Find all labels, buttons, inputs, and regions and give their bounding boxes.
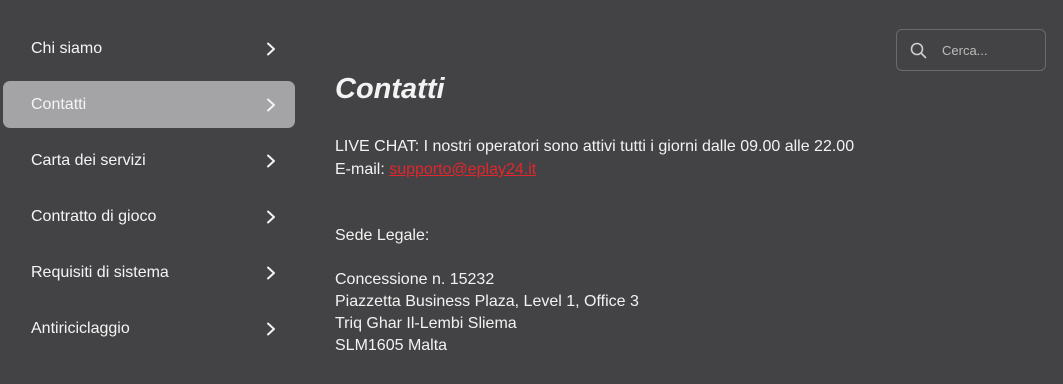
sidebar-item-contratto-di-gioco[interactable]: Contratto di gioco bbox=[3, 193, 295, 240]
sidebar-item-antiriciclaggio[interactable]: Antiriciclaggio bbox=[3, 305, 295, 352]
sidebar-item-contatti[interactable]: Contatti bbox=[3, 81, 295, 128]
chevron-right-icon bbox=[265, 266, 277, 280]
address-line: Concessione n. 15232 bbox=[335, 271, 495, 288]
chevron-right-icon bbox=[265, 322, 277, 336]
chevron-right-icon bbox=[265, 154, 277, 168]
search-icon bbox=[910, 42, 927, 59]
chevron-right-icon bbox=[265, 42, 277, 56]
sidebar-item-requisiti-di-sistema[interactable]: Requisiti di sistema bbox=[3, 249, 295, 296]
sede-legale-heading: Sede Legale: bbox=[335, 227, 430, 244]
sidebar-item-chi-siamo[interactable]: Chi siamo bbox=[3, 25, 295, 72]
chevron-right-icon bbox=[265, 98, 277, 112]
sidebar-item-label: Requisiti di sistema bbox=[31, 263, 169, 281]
email-label: E-mail: bbox=[335, 161, 385, 178]
sidebar-item-label: Contratto di gioco bbox=[31, 207, 157, 225]
sidebar-item-label: Carta dei servizi bbox=[31, 151, 146, 169]
search-box[interactable] bbox=[896, 29, 1046, 71]
address-line: Piazzetta Business Plaza, Level 1, Offic… bbox=[335, 293, 639, 310]
sidebar-item-label: Chi siamo bbox=[31, 39, 103, 57]
chevron-right-icon bbox=[265, 210, 277, 224]
email-line: E-mail: supporto@eplay24.it bbox=[335, 160, 536, 180]
email-link[interactable]: supporto@eplay24.it bbox=[389, 161, 536, 178]
live-chat-text: LIVE CHAT: I nostri operatori sono attiv… bbox=[335, 138, 855, 155]
sidebar-item-carta-dei-servizi[interactable]: Carta dei servizi bbox=[3, 137, 295, 184]
sidebar: Chi siamo Contatti Carta dei servizi Con… bbox=[3, 25, 295, 361]
sidebar-item-label: Antiriciclaggio bbox=[31, 319, 130, 337]
page-title: Contatti bbox=[335, 73, 445, 105]
address-line: Triq Ghar Il-Lembi Sliema bbox=[335, 315, 517, 332]
search-input[interactable] bbox=[942, 38, 1038, 62]
sidebar-item-label: Contatti bbox=[31, 95, 87, 113]
address-line: SLM1605 Malta bbox=[335, 337, 448, 354]
